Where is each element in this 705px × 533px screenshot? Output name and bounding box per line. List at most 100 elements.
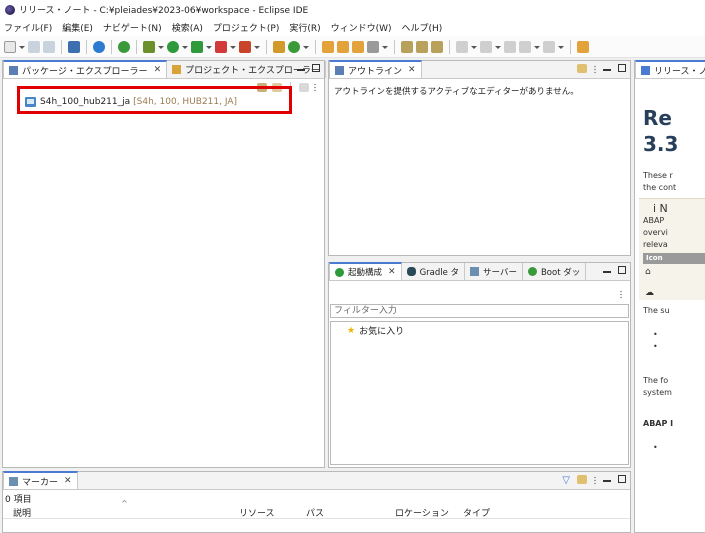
chevron-down-icon[interactable]	[303, 41, 309, 53]
tab-release-notes[interactable]: リリース・ノート	[635, 60, 705, 78]
focus-icon[interactable]	[577, 64, 587, 73]
maximize-icon[interactable]	[618, 64, 626, 72]
chevron-down-icon[interactable]	[558, 41, 564, 53]
close-icon[interactable]: ✕	[154, 65, 162, 75]
column-resource[interactable]: リソース	[239, 506, 275, 519]
column-path[interactable]: パス	[306, 506, 324, 519]
perspective-icon[interactable]	[577, 40, 589, 53]
gradle-icon	[406, 267, 416, 276]
next-annotation-icon[interactable]	[456, 40, 468, 53]
chevron-down-icon[interactable]	[382, 41, 388, 53]
markers-header: 説明 ^ リソース パス ロケーション タイプ	[3, 499, 630, 519]
note-box: i N ABAP overvi releva Icon ⌂ ☁	[639, 198, 705, 300]
menu-project[interactable]: プロジェクト(P)	[213, 21, 279, 34]
star-icon: ★	[347, 325, 356, 336]
chevron-down-icon[interactable]	[19, 41, 25, 53]
terminal-icon[interactable]	[68, 40, 80, 53]
view-menu-icon[interactable]	[314, 83, 316, 92]
chevron-down-icon[interactable]	[206, 41, 212, 53]
tab-row: リリース・ノート	[635, 60, 705, 79]
view-menu-icon[interactable]	[620, 290, 622, 299]
tab-boot-dashboard[interactable]: Boot ダッ	[523, 263, 587, 280]
chevron-down-icon[interactable]	[534, 41, 540, 53]
tab-gradle[interactable]: Gradle タ	[402, 263, 466, 280]
tree-item-favorites[interactable]: ★ お気に入り	[347, 324, 404, 338]
view-menu-icon[interactable]	[594, 476, 596, 485]
minimize-icon[interactable]	[603, 271, 611, 273]
forward-icon[interactable]	[543, 40, 555, 53]
last-edit-icon[interactable]	[504, 40, 516, 53]
tab-label: サーバー	[483, 267, 517, 278]
chevron-down-icon[interactable]	[182, 41, 188, 53]
menu-help[interactable]: ヘルプ(H)	[402, 21, 443, 34]
debug-icon[interactable]	[143, 40, 155, 53]
chevron-down-icon[interactable]	[254, 41, 260, 53]
menu-file[interactable]: ファイル(F)	[4, 21, 52, 34]
back-icon[interactable]	[519, 40, 531, 53]
focus-icon[interactable]	[577, 475, 587, 484]
close-icon[interactable]: ✕	[408, 65, 416, 75]
open-task-icon[interactable]	[337, 40, 349, 53]
show-whitespace-icon[interactable]	[431, 40, 443, 53]
coverage-icon[interactable]	[191, 40, 203, 53]
tab-label: アウトライン	[348, 66, 403, 77]
annotation-icon[interactable]	[367, 40, 379, 53]
mark-occurrences-icon[interactable]	[401, 40, 413, 53]
column-location[interactable]: ロケーション	[395, 506, 449, 519]
release-notes-content: Re 3.3 These r the cont i N ABAP overvi …	[635, 80, 705, 532]
boot-icon[interactable]	[118, 40, 130, 53]
external-tools-icon[interactable]	[239, 40, 251, 53]
menu-search[interactable]: 検索(A)	[172, 21, 203, 34]
stop-icon[interactable]	[215, 40, 227, 53]
doc-heading-2: 3.3	[643, 132, 679, 156]
menu-run[interactable]: 実行(R)	[289, 21, 320, 34]
column-description[interactable]: 説明	[13, 506, 31, 519]
focus-icon[interactable]	[299, 82, 309, 92]
outline-panel: アウトライン ✕ アウトラインを提供するアクティブなエディターがありません。	[328, 60, 631, 256]
run-icon[interactable]	[167, 40, 179, 53]
abap-icon[interactable]	[93, 40, 105, 53]
package-explorer-panel: パッケージ・エクスプローラー ✕ プロジェクト・エクスプローラー S4h_100…	[2, 60, 326, 468]
tab-outline[interactable]: アウトライン ✕	[329, 60, 422, 78]
new-class-icon[interactable]	[288, 40, 300, 53]
close-icon[interactable]: ✕	[64, 476, 72, 486]
block-selection-icon[interactable]	[416, 40, 428, 53]
new-icon[interactable]	[4, 40, 16, 53]
save-all-icon[interactable]	[43, 40, 55, 53]
new-package-icon[interactable]	[273, 40, 285, 53]
title-bar: リリース・ノート - C:¥pleiades¥2023-06¥workspace…	[0, 0, 705, 19]
maximize-icon[interactable]	[618, 475, 626, 483]
view-menu-icon[interactable]	[594, 65, 596, 74]
tab-servers[interactable]: サーバー	[465, 263, 523, 280]
doc-paragraph: system	[643, 388, 672, 397]
toolbar-separator	[449, 39, 450, 54]
menu-edit[interactable]: 編集(E)	[62, 21, 93, 34]
chevron-down-icon[interactable]	[158, 41, 164, 53]
prev-annotation-icon[interactable]	[480, 40, 492, 53]
menu-window[interactable]: ウィンドウ(W)	[331, 21, 392, 34]
chevron-down-icon[interactable]	[230, 41, 236, 53]
save-icon[interactable]	[28, 40, 40, 53]
menu-navigate[interactable]: ナビゲート(N)	[103, 21, 162, 34]
column-type[interactable]: タイプ	[463, 506, 490, 519]
minimize-icon[interactable]	[603, 480, 611, 482]
minimize-icon[interactable]	[297, 69, 305, 71]
chevron-down-icon[interactable]	[495, 41, 501, 53]
launch-panel: 起動構成 ✕ Gradle タ サーバー Boot ダッ フィルター入力 ★ お…	[328, 262, 631, 468]
open-folder-icon[interactable]	[352, 40, 364, 53]
minimize-icon[interactable]	[603, 69, 611, 71]
package-explorer-icon	[9, 65, 18, 75]
table-header: Icon	[643, 253, 705, 264]
tab-launch-config[interactable]: 起動構成 ✕	[329, 262, 402, 280]
maximize-icon[interactable]	[312, 64, 320, 72]
filter-icon[interactable]: ▽	[562, 475, 570, 486]
close-icon[interactable]: ✕	[388, 267, 396, 277]
filter-input[interactable]: フィルター入力	[330, 304, 629, 318]
maximize-icon[interactable]	[618, 266, 626, 274]
tab-markers[interactable]: マーカー ✕	[3, 471, 78, 489]
tab-package-explorer[interactable]: パッケージ・エクスプローラー ✕	[3, 60, 168, 78]
window-controls	[603, 266, 626, 274]
chevron-down-icon[interactable]	[471, 41, 477, 53]
tab-label: Gradle タ	[419, 267, 460, 278]
open-type-icon[interactable]	[322, 40, 334, 53]
